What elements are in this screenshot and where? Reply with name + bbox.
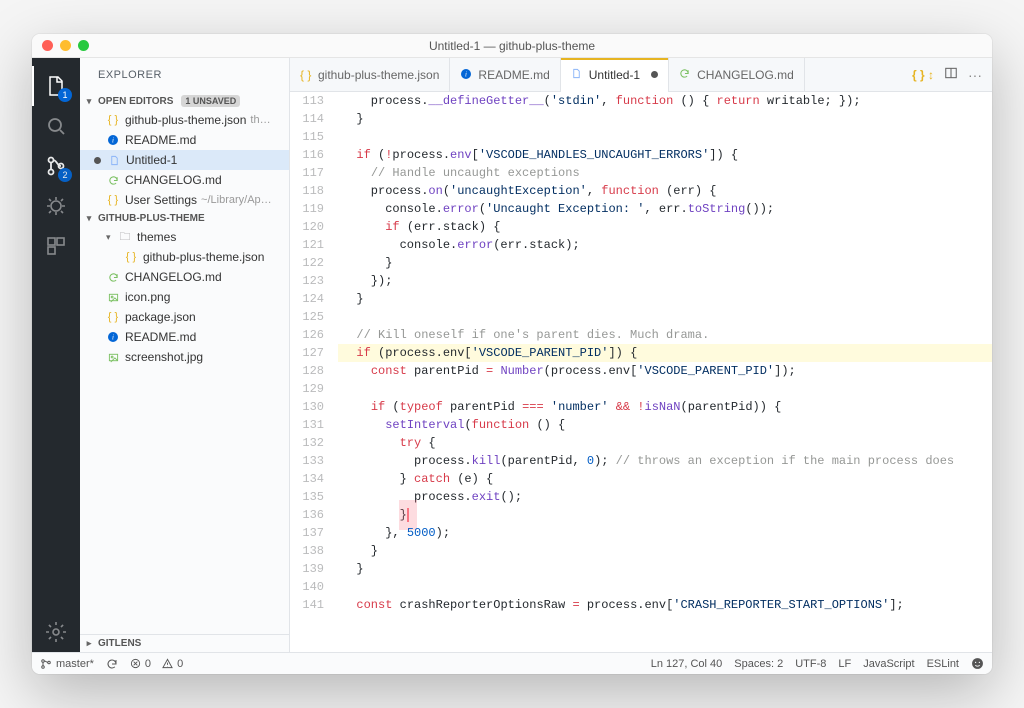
editor-tabs: { }github-plus-theme.jsoniREADME.mdUntit… xyxy=(290,58,992,92)
chevron-down-icon: ▾ xyxy=(106,232,116,243)
open-editor-item[interactable]: Untitled-1 xyxy=(80,150,289,170)
editor-tab[interactable]: CHANGELOG.md xyxy=(669,58,805,92)
info-icon: i xyxy=(460,68,473,81)
svg-text:i: i xyxy=(112,334,114,342)
activity-extensions-icon[interactable] xyxy=(32,226,80,266)
json-icon: { } xyxy=(106,113,120,127)
json-icon: { } xyxy=(124,250,138,264)
file-item[interactable]: screenshot.jpg xyxy=(80,347,289,367)
explorer-badge: 1 xyxy=(58,88,72,102)
text-cursor xyxy=(407,508,409,522)
image-icon xyxy=(106,290,120,304)
dirty-dot xyxy=(94,157,101,164)
file-icon xyxy=(107,153,121,167)
md-icon xyxy=(679,68,692,81)
status-cursor-pos[interactable]: Ln 127, Col 40 xyxy=(651,658,723,670)
code-editor[interactable]: 1131141151161171181191201211221231241251… xyxy=(290,92,992,652)
zoom-window-icon[interactable] xyxy=(78,40,89,51)
editor-tab[interactable]: iREADME.md xyxy=(450,58,560,92)
file-item[interactable]: CHANGELOG.md xyxy=(80,267,289,287)
chevron-right-icon: ▸ xyxy=(82,638,96,649)
minimize-window-icon[interactable] xyxy=(60,40,71,51)
editor-area: { }github-plus-theme.jsoniREADME.mdUntit… xyxy=(290,58,992,652)
md-icon xyxy=(106,173,120,187)
activity-explorer-icon[interactable]: 1 xyxy=(32,66,80,106)
scm-badge: 2 xyxy=(58,168,72,182)
status-encoding[interactable]: UTF-8 xyxy=(795,658,826,670)
status-sync[interactable] xyxy=(106,658,118,670)
file-item[interactable]: iREADME.md xyxy=(80,327,289,347)
image-icon xyxy=(106,350,120,364)
more-icon[interactable]: ··· xyxy=(968,67,982,83)
sidebar: EXPLORER ▾ OPEN EDITORS 1 UNSAVED { }git… xyxy=(80,58,290,652)
file-item[interactable]: { }package.json xyxy=(80,307,289,327)
gitlens-header[interactable]: ▸ GITLENS xyxy=(80,634,289,652)
compare-icon[interactable]: { } ↕ xyxy=(912,68,934,82)
activity-bar: 1 2 xyxy=(32,58,80,652)
status-indent[interactable]: Spaces: 2 xyxy=(734,658,783,670)
status-eol[interactable]: LF xyxy=(838,658,851,670)
folder-icon: 🗀 xyxy=(118,230,132,244)
sidebar-title: EXPLORER xyxy=(80,58,289,92)
project-files-list: CHANGELOG.mdicon.png{ }package.jsoniREAD… xyxy=(80,267,289,367)
activity-scm-icon[interactable]: 2 xyxy=(32,146,80,186)
open-editor-item[interactable]: { }User Settings~/Library/Ap… xyxy=(80,190,289,210)
json-icon: { } xyxy=(106,193,120,207)
status-bar: master* 0 0 Ln 127, Col 40 Spaces: 2 UTF… xyxy=(32,652,992,674)
status-problems[interactable]: 0 0 xyxy=(130,658,183,670)
status-git-branch[interactable]: master* xyxy=(40,658,94,670)
status-eslint[interactable]: ESLint xyxy=(927,658,959,670)
activity-search-icon[interactable] xyxy=(32,106,80,146)
svg-text:i: i xyxy=(112,137,114,145)
project-header[interactable]: ▾ GITHUB-PLUS-THEME xyxy=(80,210,289,227)
activity-debug-icon[interactable] xyxy=(32,186,80,226)
tab-actions: { } ↕ ··· xyxy=(902,66,992,83)
svg-text:i: i xyxy=(465,71,467,79)
app-window: Untitled-1 — github-plus-theme 1 2 xyxy=(32,34,992,674)
dirty-dot xyxy=(651,71,658,78)
json-icon: { } xyxy=(300,68,313,81)
editor-tab[interactable]: Untitled-1 xyxy=(561,58,669,92)
close-window-icon[interactable] xyxy=(42,40,53,51)
traffic-lights xyxy=(42,40,89,51)
activity-settings-icon[interactable] xyxy=(32,612,80,652)
open-editors-header[interactable]: ▾ OPEN EDITORS 1 UNSAVED xyxy=(80,92,289,110)
code-content[interactable]: process.__defineGetter__('stdin', functi… xyxy=(338,92,992,652)
open-editor-item[interactable]: CHANGELOG.md xyxy=(80,170,289,190)
file-item[interactable]: { } github-plus-theme.json xyxy=(80,247,289,267)
info-icon: i xyxy=(106,133,120,147)
open-editors-list: { }github-plus-theme.jsonth…iREADME.mdUn… xyxy=(80,110,289,210)
folder-themes[interactable]: ▾ 🗀 themes xyxy=(80,227,289,247)
md-icon xyxy=(106,270,120,284)
chevron-down-icon: ▾ xyxy=(82,96,96,107)
window-title: Untitled-1 — github-plus-theme xyxy=(429,39,595,53)
json-icon: { } xyxy=(106,310,120,324)
open-editor-item[interactable]: iREADME.md xyxy=(80,130,289,150)
info-icon: i xyxy=(106,330,120,344)
file-item[interactable]: icon.png xyxy=(80,287,289,307)
status-language[interactable]: JavaScript xyxy=(863,658,914,670)
editor-tab[interactable]: { }github-plus-theme.json xyxy=(290,58,450,92)
file-icon xyxy=(571,68,584,81)
chevron-down-icon: ▾ xyxy=(82,213,96,224)
open-editor-item[interactable]: { }github-plus-theme.jsonth… xyxy=(80,110,289,130)
status-feedback-icon[interactable] xyxy=(971,657,984,670)
titlebar: Untitled-1 — github-plus-theme xyxy=(32,34,992,58)
split-editor-icon[interactable] xyxy=(944,66,958,83)
line-number-gutter: 1131141151161171181191201211221231241251… xyxy=(290,92,338,652)
unsaved-badge: 1 UNSAVED xyxy=(181,95,240,107)
